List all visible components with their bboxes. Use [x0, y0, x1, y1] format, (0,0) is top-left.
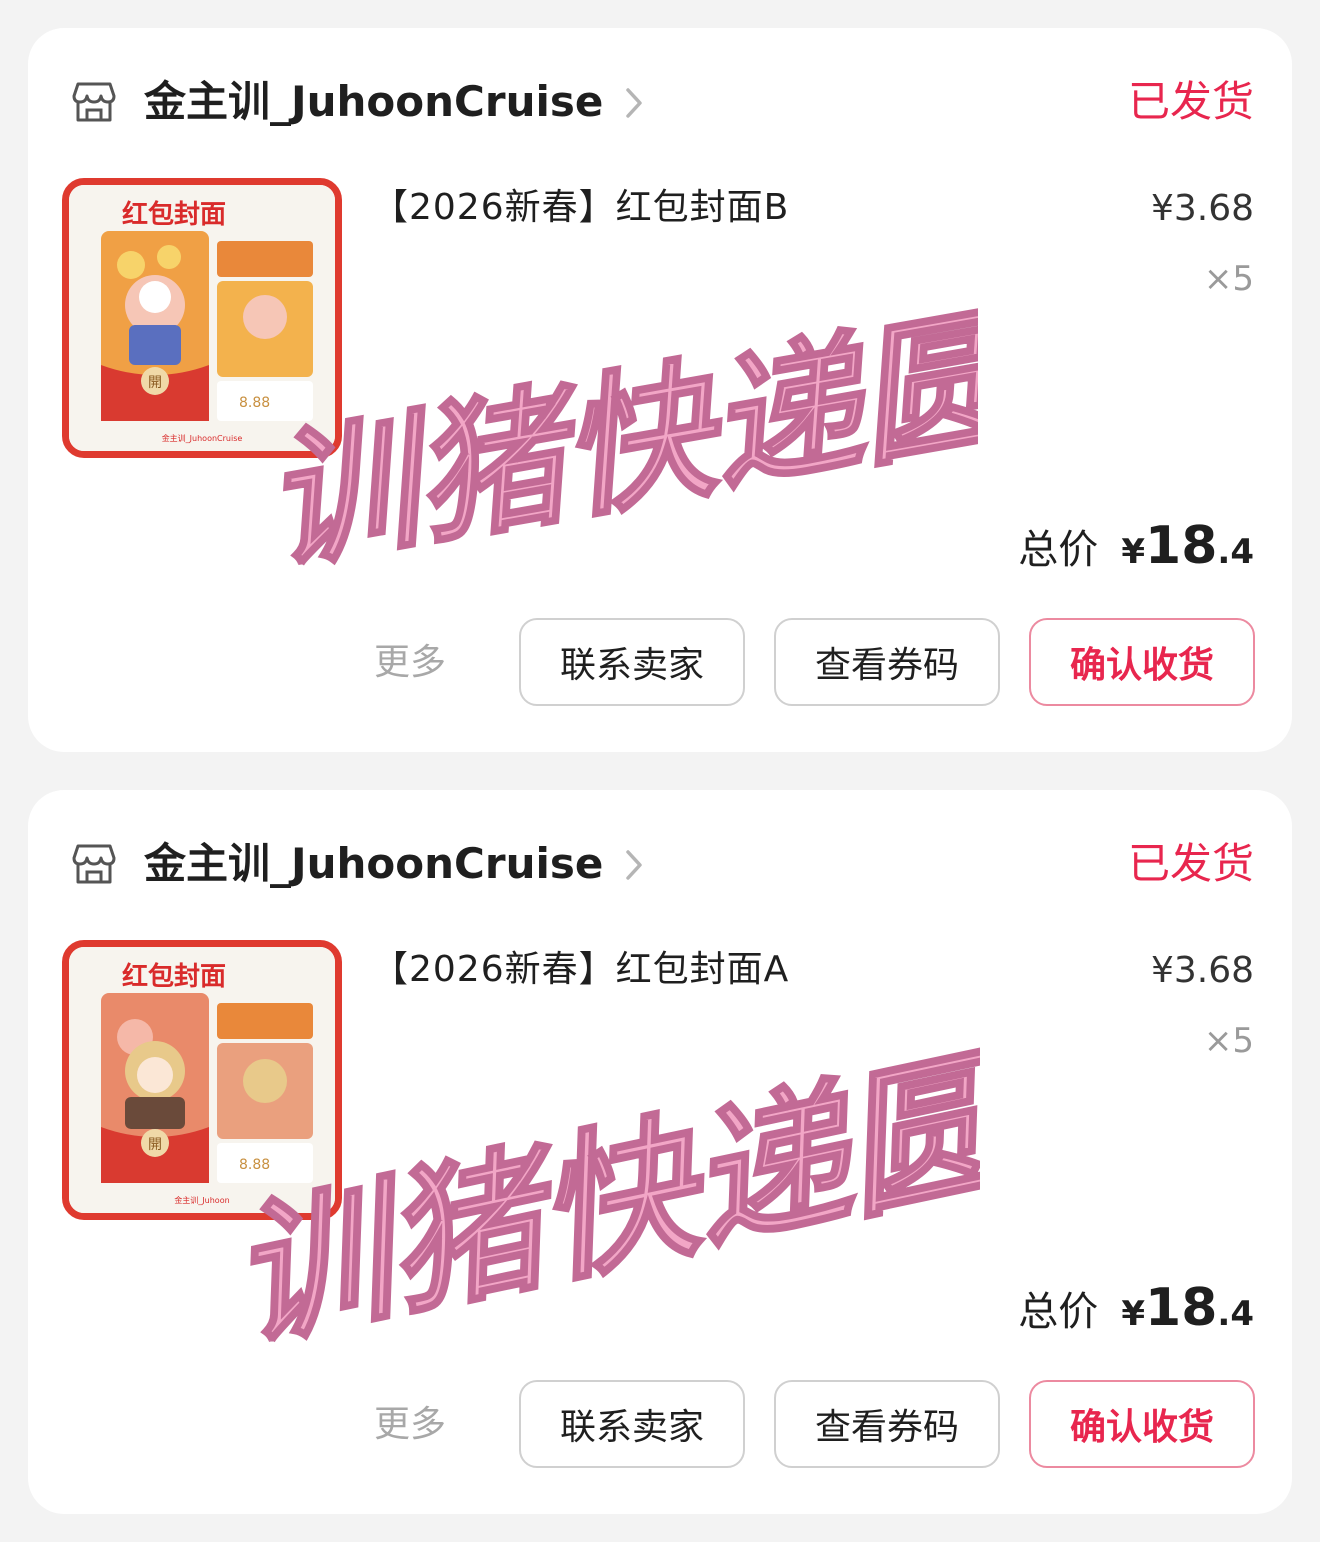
view-coupon-button[interactable]: 查看券码 — [774, 1380, 1000, 1468]
order-total: 总价 ¥18.4 — [1018, 1278, 1254, 1350]
order-card: 金主训_JuhoonCruise 已发货 红包封面 開 8.88 金主训_Juh… — [28, 790, 1292, 1514]
svg-text:8.88: 8.88 — [239, 1157, 270, 1173]
total-amount-decimal: .4 — [1217, 532, 1254, 572]
order-status: 已发货 — [1127, 839, 1254, 888]
unit-price: ¥3.68 — [1150, 950, 1254, 991]
svg-text:金主训_JuhoonCruise: 金主训_JuhoonCruise — [162, 433, 243, 443]
red-envelope-preview-image: 红包封面 開 8.88 金主训_Juhoon — [69, 947, 335, 1213]
more-button[interactable]: 更多 — [374, 1400, 446, 1450]
confirm-receipt-button[interactable]: 确认收货 — [1029, 618, 1255, 706]
shop-icon — [72, 82, 116, 122]
chevron-right-icon[interactable] — [624, 848, 644, 882]
total-currency: ¥ — [1121, 532, 1146, 572]
red-envelope-preview-image: 红包封面 開 8.88 金主训_JuhoonCruise — [69, 185, 335, 451]
more-button[interactable]: 更多 — [374, 638, 446, 688]
total-label: 总价 — [1018, 527, 1099, 573]
total-amount-integer: 18 — [1145, 516, 1218, 576]
svg-text:開: 開 — [148, 1137, 162, 1153]
order-status: 已发货 — [1127, 77, 1254, 126]
svg-text:8.88: 8.88 — [239, 395, 270, 411]
product-title[interactable]: 【2026新春】红包封面A — [372, 944, 789, 996]
thumbnail-heading: 红包封面 — [122, 961, 226, 992]
total-amount-decimal: .4 — [1217, 1294, 1254, 1334]
product-title[interactable]: 【2026新春】红包封面B — [372, 182, 789, 234]
unit-price: ¥3.68 — [1150, 188, 1254, 229]
shop-name[interactable]: 金主训_JuhoonCruise — [144, 836, 603, 892]
order-card: 金主训_JuhoonCruise 已发货 红包封面 開 8.88 金主训_Juh… — [28, 28, 1292, 752]
contact-seller-button[interactable]: 联系卖家 — [519, 618, 745, 706]
chevron-right-icon[interactable] — [624, 86, 644, 120]
order-total: 总价 ¥18.4 — [1018, 516, 1254, 588]
product-thumbnail[interactable]: 红包封面 開 8.88 金主训_Juhoon — [62, 940, 342, 1220]
total-label: 总价 — [1018, 1289, 1099, 1335]
shop-name[interactable]: 金主训_JuhoonCruise — [144, 74, 603, 130]
svg-text:開: 開 — [148, 375, 162, 391]
quantity: ×5 — [1203, 1021, 1254, 1061]
total-currency: ¥ — [1121, 1294, 1146, 1334]
thumbnail-heading: 红包封面 — [122, 199, 226, 230]
product-thumbnail[interactable]: 红包封面 開 8.88 金主训_JuhoonCruise — [62, 178, 342, 458]
total-amount-integer: 18 — [1145, 1278, 1218, 1338]
quantity: ×5 — [1203, 259, 1254, 299]
view-coupon-button[interactable]: 查看券码 — [774, 618, 1000, 706]
svg-text:金主训_Juhoon: 金主训_Juhoon — [174, 1195, 229, 1205]
contact-seller-button[interactable]: 联系卖家 — [519, 1380, 745, 1468]
shop-icon — [72, 844, 116, 884]
confirm-receipt-button[interactable]: 确认收货 — [1029, 1380, 1255, 1468]
